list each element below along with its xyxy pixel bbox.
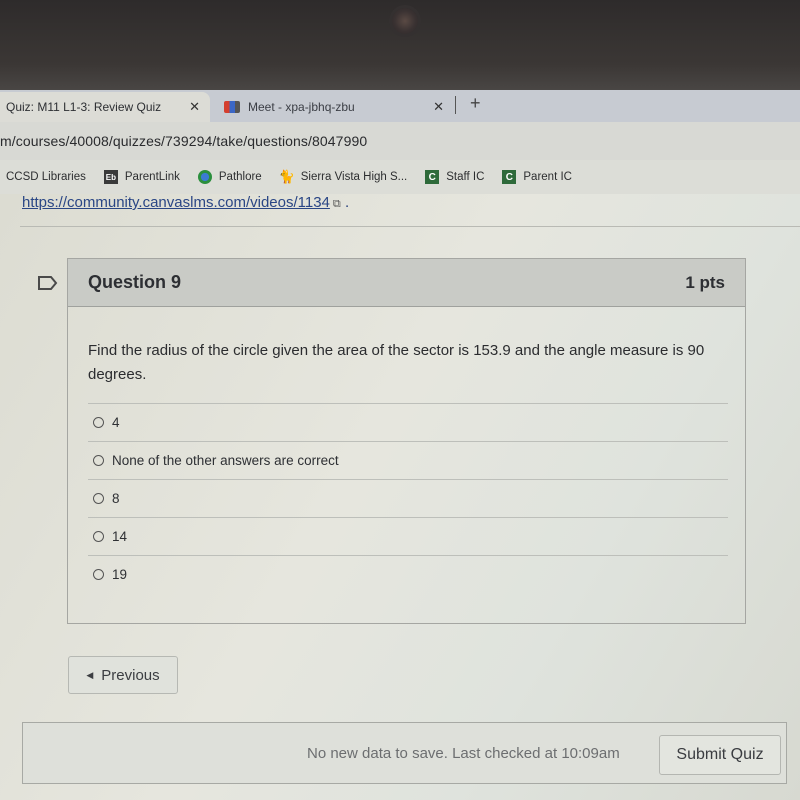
external-link-icon: ⧉ <box>332 198 341 210</box>
flag-question-icon[interactable] <box>37 275 59 291</box>
previous-label: Previous <box>101 666 160 684</box>
answer-option[interactable]: 4 <box>88 403 728 441</box>
save-status: No new data to save. Last checked at 10:… <box>307 745 620 762</box>
quiz-page: https://community.canvaslms.com/videos/1… <box>0 194 800 800</box>
radio-button[interactable] <box>93 455 104 466</box>
canvas-video-link[interactable]: https://community.canvaslms.com/videos/1… <box>22 194 330 211</box>
answer-label: 8 <box>112 491 120 506</box>
bookmark-sierra-vista[interactable]: 🐈 Sierra Vista High S... <box>278 169 408 184</box>
bookmark-label: Parent IC <box>523 171 572 183</box>
radio-button[interactable] <box>93 569 104 580</box>
tab-quiz[interactable]: Quiz: M11 L1-3: Review Quiz ✕ <box>0 92 210 122</box>
question-card: Question 9 1 pts Find the radius of the … <box>67 258 746 624</box>
question-points: 1 pts <box>685 272 725 292</box>
new-tab-button[interactable]: + <box>470 93 481 114</box>
caret-left-icon: ◀ <box>86 669 94 680</box>
c-icon: C <box>425 170 440 184</box>
pathlore-icon <box>197 170 212 184</box>
eb-icon: Eb <box>103 170 118 184</box>
answer-option[interactable]: 19 <box>88 555 728 593</box>
bookmark-parentlink[interactable]: Eb ParentLink <box>103 170 180 184</box>
previous-button[interactable]: ◀ Previous <box>68 656 178 694</box>
answer-label: 19 <box>112 567 128 582</box>
answer-option[interactable]: None of the other answers are correct <box>88 441 728 479</box>
laptop-bezel <box>0 0 800 92</box>
tab-title: Quiz: M11 L1-3: Review Quiz <box>6 100 162 114</box>
divider <box>20 226 800 227</box>
bookmark-parent-ic[interactable]: C Parent IC <box>502 170 572 184</box>
cat-icon: 🐈 <box>278 169 295 184</box>
radio-button[interactable] <box>93 493 104 504</box>
bookmark-ccsd-libraries[interactable]: CCSD Libraries <box>6 171 86 183</box>
video-link-line: https://community.canvaslms.com/videos/1… <box>22 194 349 211</box>
answer-label: 14 <box>112 529 128 544</box>
close-icon[interactable]: ✕ <box>433 99 444 115</box>
address-bar[interactable]: m/courses/40008/quizzes/739294/take/ques… <box>0 122 800 161</box>
bookmark-label: ParentLink <box>124 171 180 183</box>
question-text: Find the radius of the circle given the … <box>88 342 705 383</box>
meet-icon <box>224 101 240 113</box>
bookmark-label: Sierra Vista High S... <box>300 171 408 183</box>
bookmark-label: Pathlore <box>218 171 262 183</box>
webcam-icon <box>392 8 418 34</box>
bookmark-pathlore[interactable]: Pathlore <box>197 170 262 184</box>
radio-button[interactable] <box>93 531 104 542</box>
answer-list: 4 None of the other answers are correct … <box>88 403 728 593</box>
answer-option[interactable]: 14 <box>88 517 728 555</box>
answer-label: 4 <box>112 415 120 430</box>
answer-label: None of the other answers are correct <box>112 453 339 468</box>
tab-title: Meet - xpa-jbhq-zbu <box>248 100 355 114</box>
question-title: Question 9 <box>88 272 182 292</box>
c-icon: C <box>502 170 517 184</box>
quiz-footer: No new data to save. Last checked at 10:… <box>22 722 787 784</box>
question-header: Question 9 1 pts <box>68 259 745 307</box>
tab-meet[interactable]: Meet - xpa-jbhq-zbu ✕ <box>214 92 454 122</box>
close-icon[interactable]: ✕ <box>189 99 200 115</box>
tab-divider <box>455 96 456 114</box>
radio-button[interactable] <box>93 417 104 428</box>
bookmark-staff-ic[interactable]: C Staff IC <box>425 170 484 184</box>
bookmark-label: Staff IC <box>446 171 485 183</box>
bookmark-label: CCSD Libraries <box>6 171 86 183</box>
submit-quiz-button[interactable]: Submit Quiz <box>659 735 781 775</box>
url-text[interactable]: m/courses/40008/quizzes/739294/take/ques… <box>0 133 367 149</box>
bookmarks-bar: CCSD Libraries Eb ParentLink Pathlore 🐈 … <box>0 160 800 194</box>
answer-option[interactable]: 8 <box>88 479 728 517</box>
tab-bar: Quiz: M11 L1-3: Review Quiz ✕ Meet - xpa… <box>0 90 800 122</box>
link-suffix: . <box>344 194 350 211</box>
